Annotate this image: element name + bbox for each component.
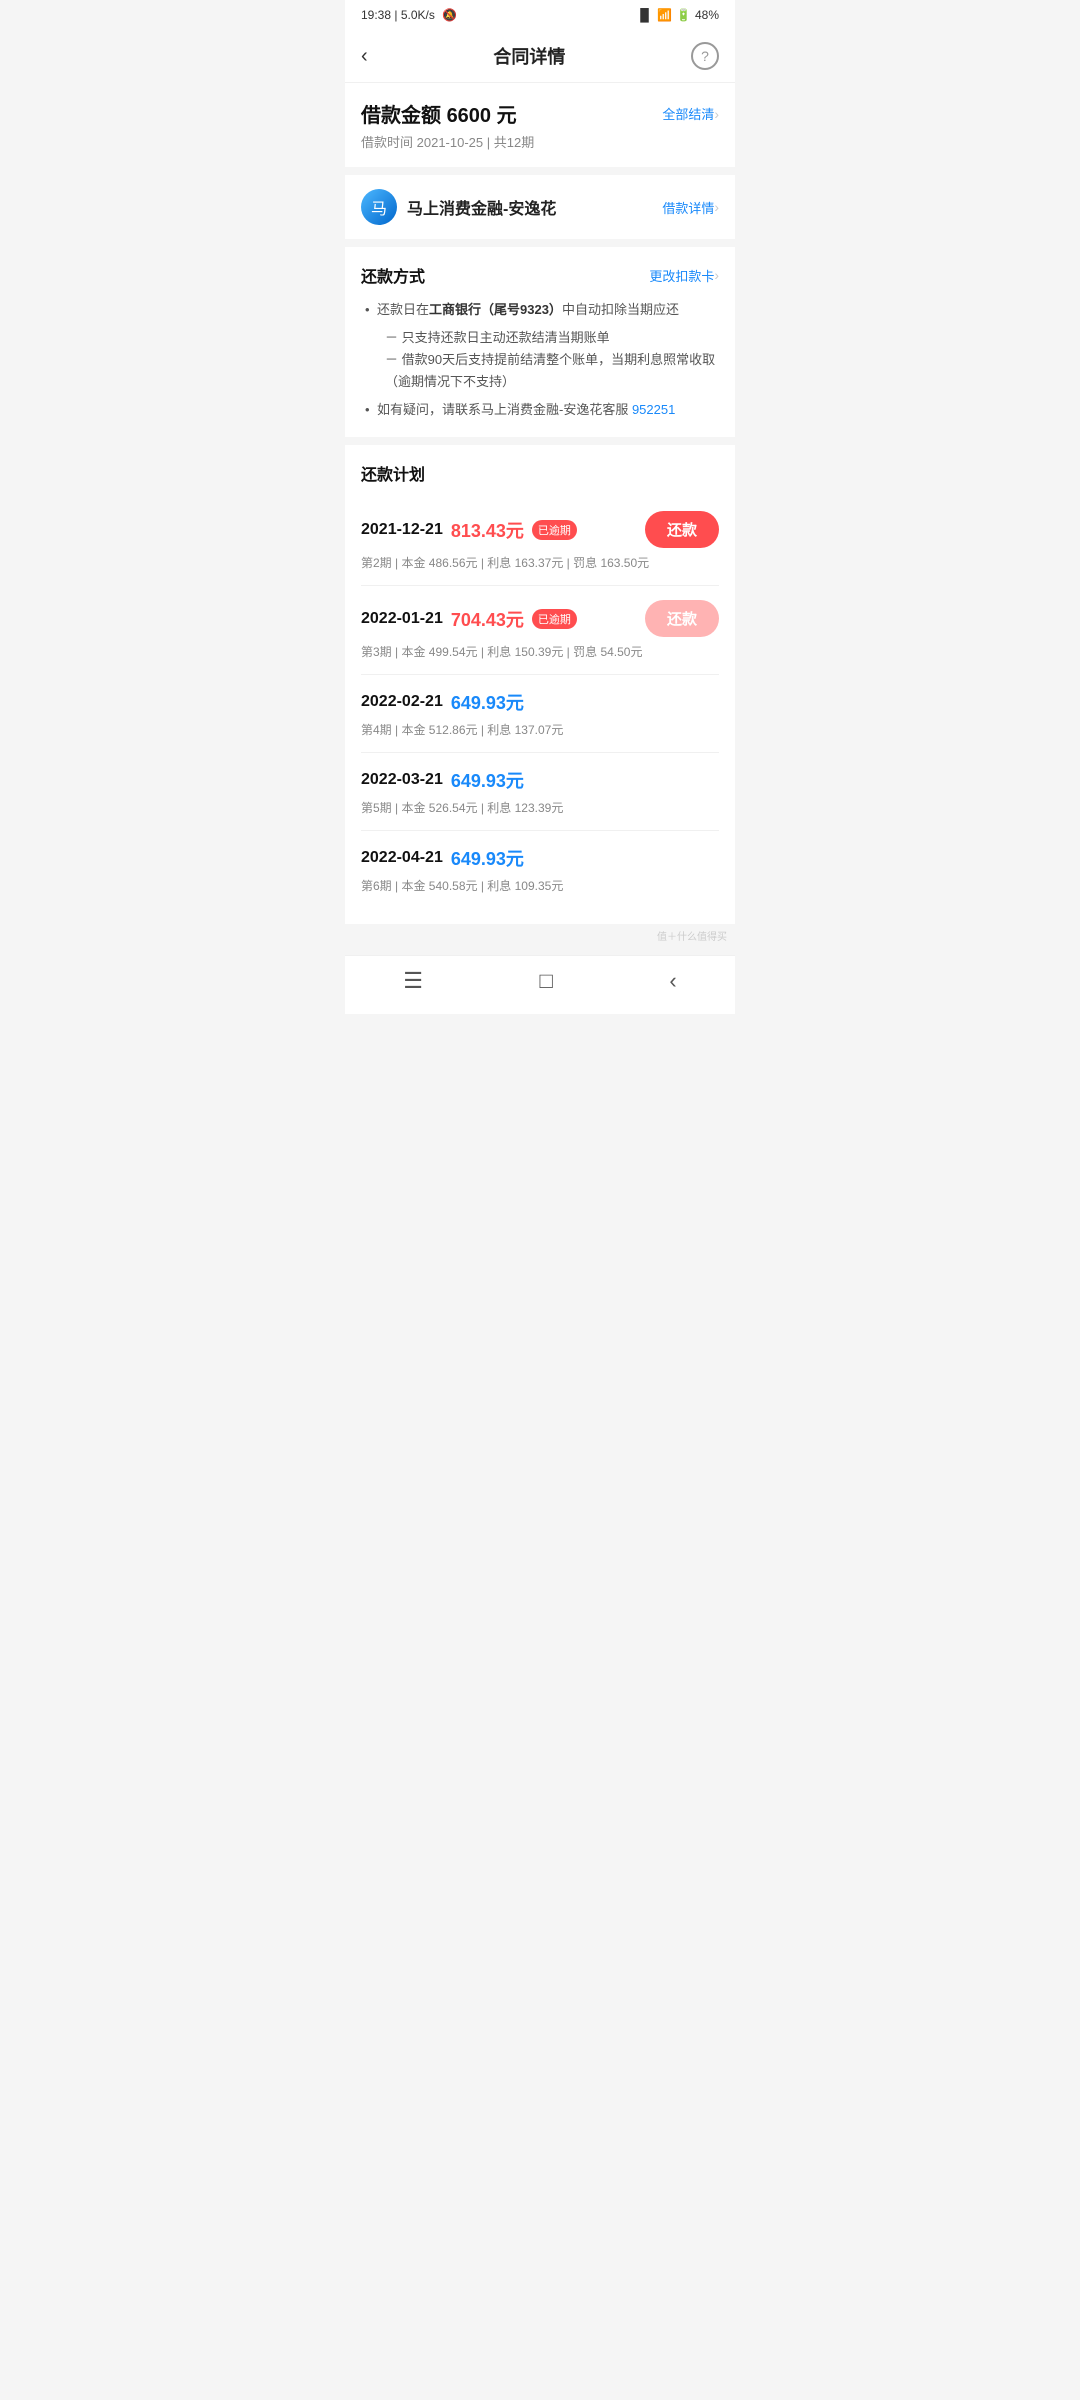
- clear-all-button[interactable]: 全部结清 ›: [662, 104, 719, 123]
- repay-method-item-4: 如有疑问，请联系马上消费金融-安逸花客服 952251: [361, 399, 719, 421]
- plan-amount-4: 649.93元: [451, 845, 524, 871]
- repay-method-item-3: － 借款90天后支持提前结清整个账单，当期利息照常收取（逾期情况下不支持）: [361, 349, 719, 393]
- change-card-button[interactable]: 更改扣款卡 ›: [649, 266, 719, 285]
- plan-amount-3: 649.93元: [451, 767, 524, 793]
- status-time-network: 19:38 | 5.0K/s 🔕: [361, 8, 457, 22]
- battery-icon: 🔋: [676, 8, 691, 22]
- bottom-nav: ☰ □ ‹: [345, 955, 735, 1014]
- loan-info-section: 借款金额 6600 元 全部结清 › 借款时间 2021-10-25 | 共12…: [345, 83, 735, 167]
- repay-method-section: 还款方式 更改扣款卡 › 还款日在工商银行（尾号9323）中自动扣除当期应还 －…: [345, 247, 735, 437]
- company-section: 马 马上消费金融-安逸花 借款详情 ›: [345, 175, 735, 239]
- battery-percent: 48%: [695, 8, 719, 22]
- overdue-badge-0: 已逾期: [532, 520, 577, 540]
- loan-period-separator: |: [487, 135, 494, 150]
- plan-item-4: 2022-04-21 649.93元 第6期 | 本金 540.58元 | 利息…: [361, 831, 719, 908]
- plan-date-amount-2: 2022-02-21 649.93元: [361, 689, 524, 715]
- plan-amount-1: 704.43元: [451, 606, 524, 632]
- plan-detail-2: 第4期 | 本金 512.86元 | 利息 137.07元: [361, 721, 719, 738]
- repay-method-item-1: 还款日在工商银行（尾号9323）中自动扣除当期应还: [361, 299, 719, 321]
- change-card-label: 更改扣款卡: [649, 266, 714, 285]
- plan-amount-2: 649.93元: [451, 689, 524, 715]
- status-time: 19:38: [361, 8, 391, 22]
- plan-item-0: 2021-12-21 813.43元 已逾期 还款 第2期 | 本金 486.5…: [361, 497, 719, 586]
- plan-date-2: 2022-02-21: [361, 693, 443, 711]
- chevron-right-icon3: ›: [714, 267, 719, 283]
- repay-method-item-2: － 只支持还款日主动还款结清当期账单: [361, 327, 719, 349]
- chevron-right-icon: ›: [714, 106, 719, 122]
- repay-button-0[interactable]: 还款: [645, 511, 719, 548]
- clear-all-label: 全部结清: [662, 104, 714, 123]
- customer-phone[interactable]: 952251: [632, 402, 675, 417]
- plan-detail-0: 第2期 | 本金 486.56元 | 利息 163.37元 | 罚息 163.5…: [361, 554, 719, 571]
- loan-detail-button[interactable]: 借款详情 ›: [662, 198, 719, 217]
- plan-date-amount-4: 2022-04-21 649.93元: [361, 845, 524, 871]
- loan-amount-title: 借款金额 6600 元: [361, 99, 517, 128]
- plan-row-1: 2022-01-21 704.43元 已逾期 还款: [361, 600, 719, 637]
- plan-item-1: 2022-01-21 704.43元 已逾期 还款 第3期 | 本金 499.5…: [361, 586, 719, 675]
- plan-amount-0: 813.43元: [451, 517, 524, 543]
- plan-date-amount-3: 2022-03-21 649.93元: [361, 767, 524, 793]
- plan-row-2: 2022-02-21 649.93元: [361, 689, 719, 715]
- chevron-right-icon2: ›: [714, 199, 719, 215]
- plan-item-3: 2022-03-21 649.93元 第5期 | 本金 526.54元 | 利息…: [361, 753, 719, 831]
- company-info: 马 马上消费金融-安逸花: [361, 189, 556, 225]
- company-logo: 马: [361, 189, 397, 225]
- status-bar: 19:38 | 5.0K/s 🔕 ▐▌ 📶 🔋 48%: [345, 0, 735, 30]
- loan-date-label: 借款时间: [361, 135, 413, 150]
- repay-method-header: 还款方式 更改扣款卡 ›: [361, 263, 719, 287]
- plan-date-amount-0: 2021-12-21 813.43元 已逾期: [361, 517, 577, 543]
- plan-detail-3: 第5期 | 本金 526.54元 | 利息 123.39元: [361, 799, 719, 816]
- status-speed: 5.0K/s: [401, 8, 435, 22]
- watermark: 值＋什么值得买: [345, 924, 735, 947]
- repay-plan-title: 还款计划: [361, 461, 425, 485]
- plan-date-amount-1: 2022-01-21 704.43元 已逾期: [361, 606, 577, 632]
- plan-date-3: 2022-03-21: [361, 771, 443, 789]
- overdue-badge-1: 已逾期: [532, 609, 577, 629]
- header: ‹ 合同详情 ?: [345, 30, 735, 83]
- plan-row-3: 2022-03-21 649.93元: [361, 767, 719, 793]
- repay-plan-header: 还款计划: [361, 461, 719, 485]
- bank-name: 工商银行（尾号9323）: [429, 302, 562, 317]
- company-icon-text: 马: [371, 195, 387, 219]
- repay-plan-section: 还款计划 2021-12-21 813.43元 已逾期 还款 第2期 | 本金 …: [345, 445, 735, 924]
- help-icon: ?: [701, 48, 709, 64]
- plan-detail-4: 第6期 | 本金 540.58元 | 利息 109.35元: [361, 877, 719, 894]
- loan-period: 共12期: [494, 135, 534, 150]
- wifi-icon: 📶: [657, 8, 672, 22]
- plan-row-0: 2021-12-21 813.43元 已逾期 还款: [361, 511, 719, 548]
- repay-method-list: 还款日在工商银行（尾号9323）中自动扣除当期应还 － 只支持还款日主动还款结清…: [361, 299, 719, 421]
- back-button[interactable]: ‹: [361, 45, 368, 68]
- nav-back-button[interactable]: ‹: [669, 968, 676, 994]
- signal-icon: ▐▌: [636, 8, 653, 22]
- loan-detail-label: 借款详情: [662, 198, 714, 217]
- status-right: ▐▌ 📶 🔋 48%: [636, 8, 719, 22]
- loan-label: 借款金额: [361, 105, 441, 127]
- page-title: 合同详情: [493, 43, 565, 69]
- plan-date-1: 2022-01-21: [361, 610, 443, 628]
- plan-date-4: 2022-04-21: [361, 849, 443, 867]
- repay-button-1[interactable]: 还款: [645, 600, 719, 637]
- plan-item-2: 2022-02-21 649.93元 第4期 | 本金 512.86元 | 利息…: [361, 675, 719, 753]
- nav-home-button[interactable]: □: [540, 968, 553, 994]
- loan-date-value: 2021-10-25: [417, 135, 484, 150]
- plan-detail-1: 第3期 | 本金 499.54元 | 利息 150.39元 | 罚息 54.50…: [361, 643, 719, 660]
- loan-date-info: 借款时间 2021-10-25 | 共12期: [361, 132, 719, 151]
- nav-menu-button[interactable]: ☰: [403, 968, 423, 994]
- loan-amount: 6600 元: [447, 105, 517, 127]
- company-name: 马上消费金融-安逸花: [407, 195, 556, 219]
- plan-row-4: 2022-04-21 649.93元: [361, 845, 719, 871]
- bell-icon: 🔕: [442, 8, 457, 22]
- plan-date-0: 2021-12-21: [361, 521, 443, 539]
- help-button[interactable]: ?: [691, 42, 719, 70]
- loan-amount-row: 借款金额 6600 元 全部结清 ›: [361, 99, 719, 128]
- repay-method-title: 还款方式: [361, 263, 425, 287]
